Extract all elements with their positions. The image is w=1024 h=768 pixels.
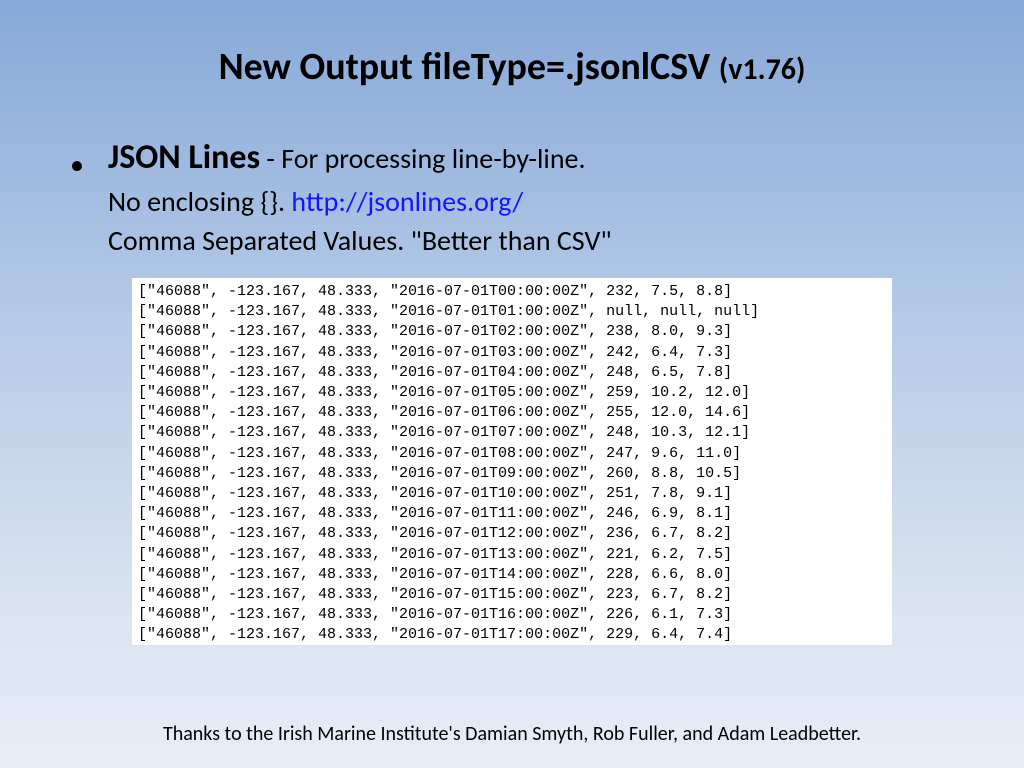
jsonlines-link[interactable]: http://jsonlines.org/ (291, 184, 523, 219)
line3-text: Comma Separated Values. "Better than CSV… (108, 223, 612, 258)
line2-text: No enclosing {}. (108, 184, 291, 219)
bullet-content: JSON Lines - For processing line-by-line… (108, 134, 612, 260)
footer-credits: Thanks to the Irish Marine Institute's D… (0, 722, 1024, 746)
bullet-dot-icon: • (70, 151, 84, 179)
lead-term: JSON Lines (108, 137, 260, 178)
title-main: New Output fileType=.jsonlCSV (219, 44, 719, 90)
bullet-block: • JSON Lines - For processing line-by-li… (70, 134, 944, 260)
slide-title: New Output fileType=.jsonlCSV (v1.76) (0, 0, 1024, 110)
code-sample: ["46088", -123.167, 48.333, "2016-07-01T… (132, 278, 892, 645)
title-version: (v1.76) (719, 51, 806, 88)
lead-desc: - For processing line-by-line. (260, 141, 586, 176)
